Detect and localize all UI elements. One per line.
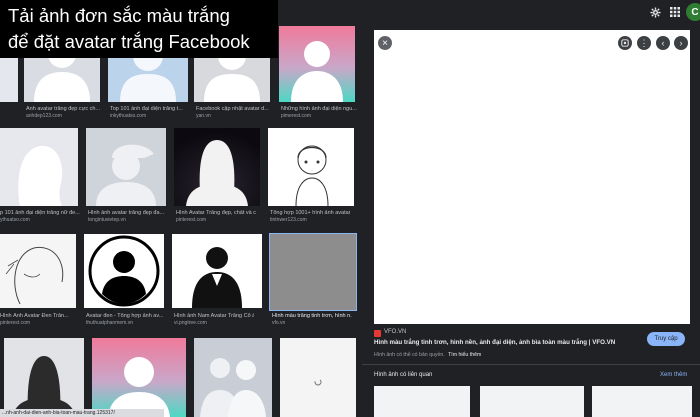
visit-button[interactable]: Truy cập	[647, 332, 685, 346]
settings-gear-icon[interactable]	[646, 3, 664, 21]
thumbnail-caption: Hình ảnh Nam Avatar Trắng Cổ áo ...	[174, 313, 254, 319]
thumbnail-caption: Avatar đen - Tổng hợp ảnh av...	[86, 313, 164, 319]
image-thumbnail[interactable]	[84, 234, 164, 308]
image-title-link[interactable]: Hình màu trắng tinh trơn, hình nền, ảnh …	[374, 339, 615, 346]
related-image-thumbnail[interactable]	[480, 386, 584, 417]
image-thumbnail[interactable]	[4, 338, 84, 417]
overlay-title-banner: Tải ảnh đơn sắc màu trắng để đặt avatar …	[0, 0, 278, 58]
selected-image-thumbnail[interactable]	[269, 233, 357, 311]
thumbnail-caption: Top 101 ảnh đại diện trắng t...	[110, 106, 183, 112]
overlay-title-line: Tải ảnh đơn sắc màu trắng	[8, 5, 230, 26]
copyright-text: Hình ảnh có thể có bản quyền.	[374, 352, 445, 358]
status-bar-url: ...nh-anh-dai-dien-anh-bia-toan-mau-tran…	[0, 409, 164, 417]
thumbnail-source: tongintuvietep.vn	[88, 217, 126, 223]
image-thumbnail[interactable]	[92, 338, 186, 417]
copyright-note: Hình ảnh có thể có bản quyền. Tìm hiểu t…	[374, 352, 481, 358]
related-image-thumbnail[interactable]	[374, 386, 470, 417]
image-thumbnail[interactable]	[0, 234, 76, 308]
account-avatar[interactable]: C	[686, 3, 700, 21]
thumbnail-caption: p 101 ảnh đại diện trắng nữ đe...	[0, 210, 80, 216]
next-icon[interactable]: ›	[674, 36, 688, 50]
thumbnail-caption: Hình Avatar Trắng đẹp, chất và c...	[176, 210, 256, 216]
more-options-icon[interactable]: ⋮	[637, 36, 651, 50]
thumbnail-caption: Tổng hợp 1001+ hình ảnh avatar ...	[270, 210, 350, 216]
thumbnail-caption: Hình Ảnh Avatar Đen Trắn...	[0, 313, 69, 319]
thumbnail-caption: Facebook cập nhật avatar d...	[196, 106, 269, 112]
image-thumbnail[interactable]	[86, 128, 166, 206]
thumbnail-caption: Hình ảnh avatar trắng đẹp đa...	[88, 210, 165, 216]
image-thumbnail[interactable]	[172, 234, 262, 308]
image-thumbnail[interactable]	[0, 128, 78, 206]
thumbnail-source: yan.vn	[196, 113, 211, 119]
previous-icon[interactable]: ‹	[656, 36, 670, 50]
preview-image[interactable]	[374, 30, 690, 324]
lens-search-icon[interactable]	[618, 36, 632, 50]
thumbnail-caption: Những hình ảnh đại diện ngu...	[281, 106, 357, 112]
related-images-heading: Hình ảnh có liên quan	[374, 372, 433, 378]
related-image-thumbnail[interactable]	[592, 386, 692, 417]
image-thumbnail[interactable]	[194, 338, 272, 417]
image-thumbnail[interactable]	[268, 128, 354, 206]
thumbnail-source: vi.pngtree.com	[174, 320, 207, 326]
overlay-title-line: để đặt avatar trắng Facebook	[8, 31, 250, 52]
image-thumbnail[interactable]	[174, 128, 260, 206]
close-icon[interactable]: ×	[378, 36, 392, 50]
thumbnail-source: pimerest.com	[281, 113, 312, 119]
thumbnail-source: thuthuatphanmem.vn	[86, 320, 133, 326]
thumbnail-source: inkythuatso.com	[110, 113, 147, 119]
learn-more-link[interactable]: Tìm hiểu thêm	[448, 352, 481, 358]
image-thumbnail[interactable]	[279, 26, 355, 102]
thumbnail-source: pinterest.com	[176, 217, 207, 223]
thumbnail-caption: Hình màu trắng tinh trơn, hình n...	[272, 313, 352, 319]
loading-thumbnail[interactable]	[280, 338, 356, 417]
thumbnail-source: anhdep123.com	[26, 113, 62, 119]
apps-grid-icon[interactable]	[666, 3, 684, 21]
thumbnail-source: pinterest.com	[0, 320, 31, 326]
source-favicon-icon	[374, 330, 381, 337]
divider	[362, 364, 700, 365]
thumbnail-source: ythuatso.com	[0, 217, 30, 223]
source-name[interactable]: VFO.VN	[384, 329, 406, 335]
thumbnail-source: vfo.vn	[272, 320, 286, 326]
loading-spinner-icon	[314, 378, 322, 386]
thumbnail-source: tintnwer123.com	[270, 217, 307, 223]
thumbnail-caption: Ảnh avatar trắng đẹp cực ch...	[26, 106, 101, 112]
see-more-link[interactable]: Xem thêm	[660, 372, 687, 378]
